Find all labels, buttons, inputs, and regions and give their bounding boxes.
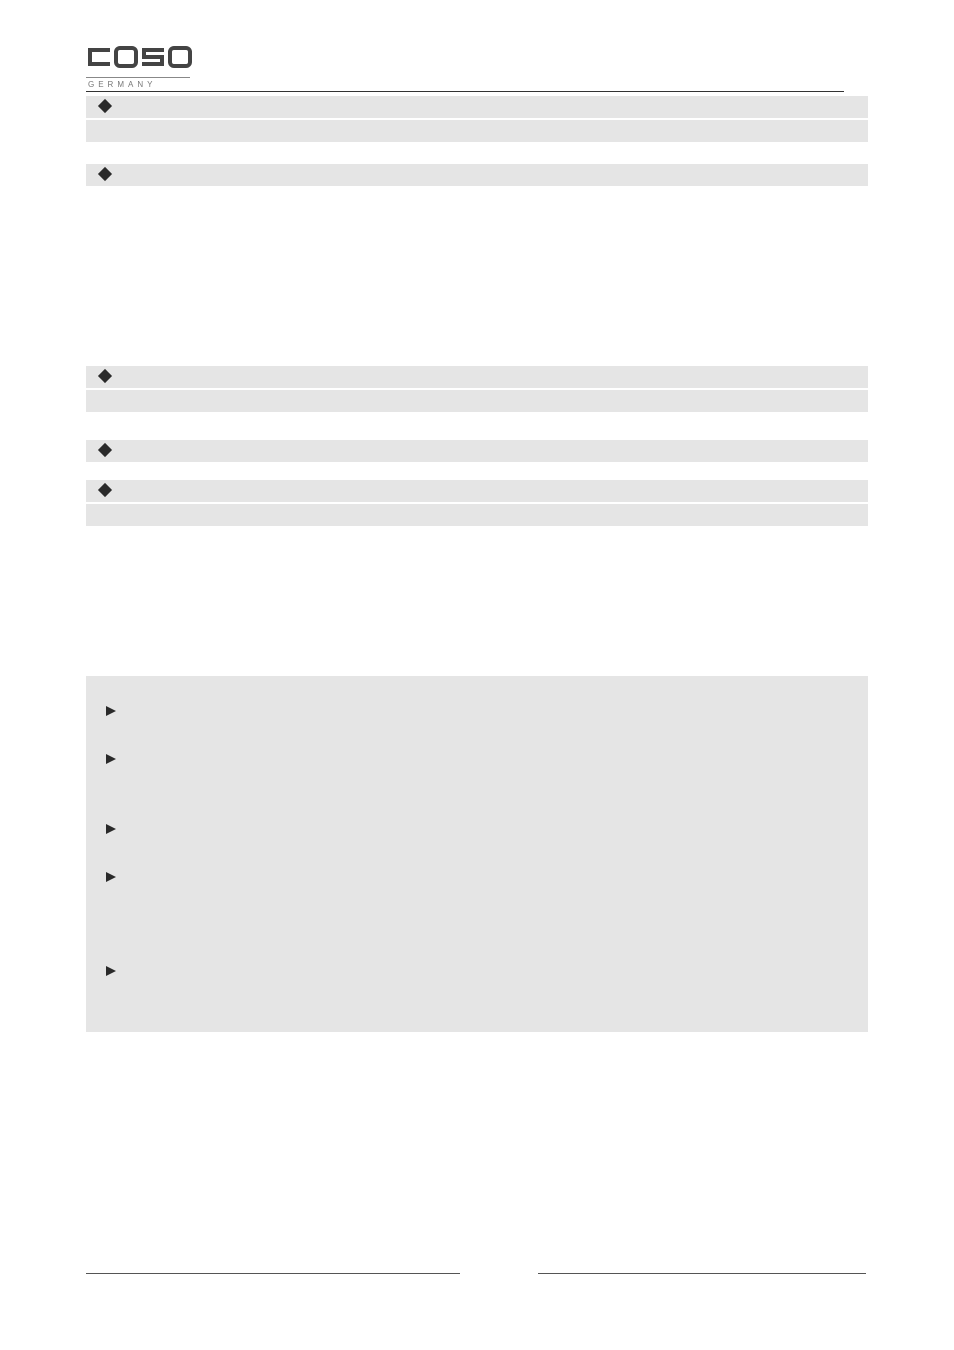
diamond-bullet-icon bbox=[98, 443, 112, 457]
list-item bbox=[86, 480, 868, 502]
diamond-bullet-icon bbox=[98, 369, 112, 383]
logo-divider bbox=[86, 77, 190, 78]
list-item bbox=[86, 366, 868, 388]
brand-subtitle: GERMANY bbox=[86, 80, 868, 89]
content-area bbox=[86, 96, 868, 1032]
caso-logo-icon bbox=[86, 44, 192, 70]
brand-logo: GERMANY bbox=[86, 44, 868, 89]
diamond-bullet-icon bbox=[98, 167, 112, 181]
page-container: GERMANY bbox=[0, 0, 954, 1350]
list-item bbox=[96, 866, 858, 888]
list-item-continuation bbox=[86, 390, 868, 412]
list-item-continuation bbox=[86, 504, 868, 526]
lower-list-section bbox=[86, 676, 868, 1032]
triangle-bullet-icon bbox=[106, 872, 116, 882]
list-item-continuation bbox=[86, 120, 868, 142]
list-item bbox=[96, 960, 858, 982]
footer-divider bbox=[86, 1273, 866, 1274]
list-item bbox=[96, 748, 858, 770]
list-item bbox=[96, 818, 858, 840]
triangle-bullet-icon bbox=[106, 966, 116, 976]
list-item bbox=[86, 96, 868, 118]
triangle-bullet-icon bbox=[106, 706, 116, 716]
list-item bbox=[96, 700, 858, 722]
triangle-bullet-icon bbox=[106, 754, 116, 764]
footer-divider-left bbox=[86, 1273, 460, 1274]
diamond-bullet-icon bbox=[98, 483, 112, 497]
list-item bbox=[86, 164, 868, 186]
header-divider bbox=[86, 91, 844, 92]
footer-divider-right bbox=[538, 1273, 866, 1274]
diamond-bullet-icon bbox=[98, 99, 112, 113]
list-item bbox=[86, 440, 868, 462]
triangle-bullet-icon bbox=[106, 824, 116, 834]
